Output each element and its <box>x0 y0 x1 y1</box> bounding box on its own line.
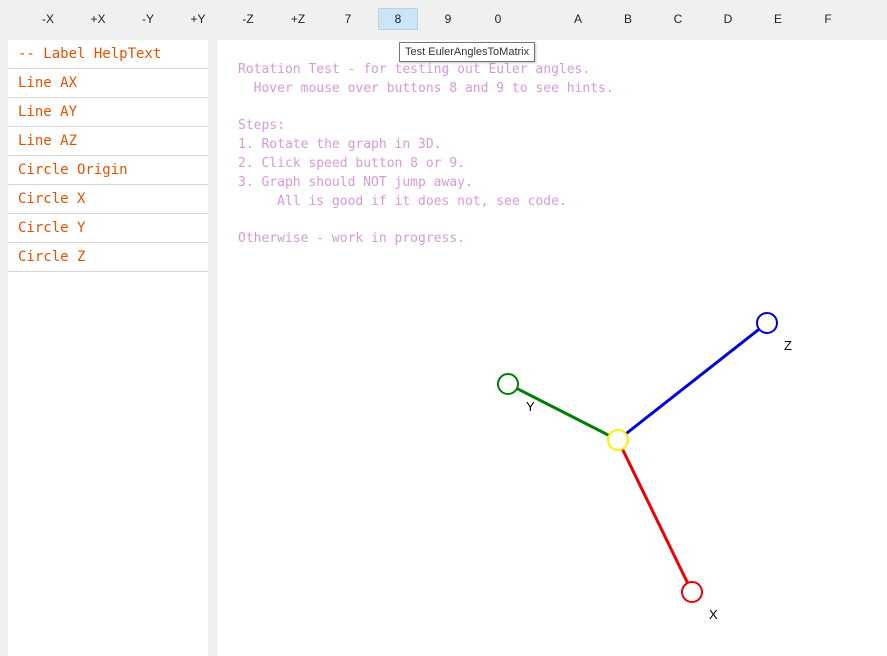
toolbar-button-b[interactable]: B <box>608 8 648 30</box>
toolbar-button-0[interactable]: 0 <box>478 8 518 30</box>
line-ay[interactable] <box>507 382 619 442</box>
graph-canvas[interactable]: Rotation Test - for testing out Euler an… <box>218 40 887 656</box>
toolbar-button-plus-x[interactable]: +X <box>78 8 118 30</box>
toolbar-button-minus-x[interactable]: -X <box>28 8 68 30</box>
axes-graph: X Y Z <box>497 312 792 622</box>
label-z: Z <box>784 338 792 353</box>
toolbar-button-minus-z[interactable]: -Z <box>228 8 268 30</box>
label-x: X <box>709 607 718 622</box>
circle-z[interactable] <box>756 312 778 334</box>
sidebar-item-circle-y[interactable]: Circle Y <box>8 214 208 243</box>
toolbar-button-plus-y[interactable]: +Y <box>178 8 218 30</box>
sidebar-item-label-helptext[interactable]: -- Label HelpText <box>8 40 208 69</box>
line-az[interactable] <box>617 321 768 442</box>
sidebar-item-line-az[interactable]: Line AZ <box>8 127 208 156</box>
toolbar-button-8[interactable]: 8 <box>378 8 418 30</box>
toolbar-button-f[interactable]: F <box>808 8 848 30</box>
label-y: Y <box>526 399 535 414</box>
toolbar-button-7[interactable]: 7 <box>328 8 368 30</box>
tooltip: Test EulerAnglesToMatrix <box>399 42 536 62</box>
toolbar-button-minus-y[interactable]: -Y <box>128 8 168 30</box>
sidebar: -- Label HelpText Line AX Line AY Line A… <box>8 40 208 656</box>
sidebar-item-circle-x[interactable]: Circle X <box>8 185 208 214</box>
circle-y[interactable] <box>497 373 519 395</box>
sidebar-item-circle-z[interactable]: Circle Z <box>8 243 208 272</box>
toolbar-button-9[interactable]: 9 <box>428 8 468 30</box>
circle-origin[interactable] <box>607 429 629 451</box>
circle-x[interactable] <box>681 581 703 603</box>
sidebar-item-line-ay[interactable]: Line AY <box>8 98 208 127</box>
toolbar-button-d[interactable]: D <box>708 8 748 30</box>
toolbar: -X +X -Y +Y -Z +Z 7 8 9 0 A B C D E F <box>0 0 887 38</box>
toolbar-button-a[interactable]: A <box>558 8 598 30</box>
toolbar-button-c[interactable]: C <box>658 8 698 30</box>
sidebar-item-circle-origin[interactable]: Circle Origin <box>8 156 208 185</box>
toolbar-button-plus-z[interactable]: +Z <box>278 8 318 30</box>
toolbar-button-e[interactable]: E <box>758 8 798 30</box>
sidebar-item-line-ax[interactable]: Line AX <box>8 69 208 98</box>
line-ax[interactable] <box>616 439 694 593</box>
